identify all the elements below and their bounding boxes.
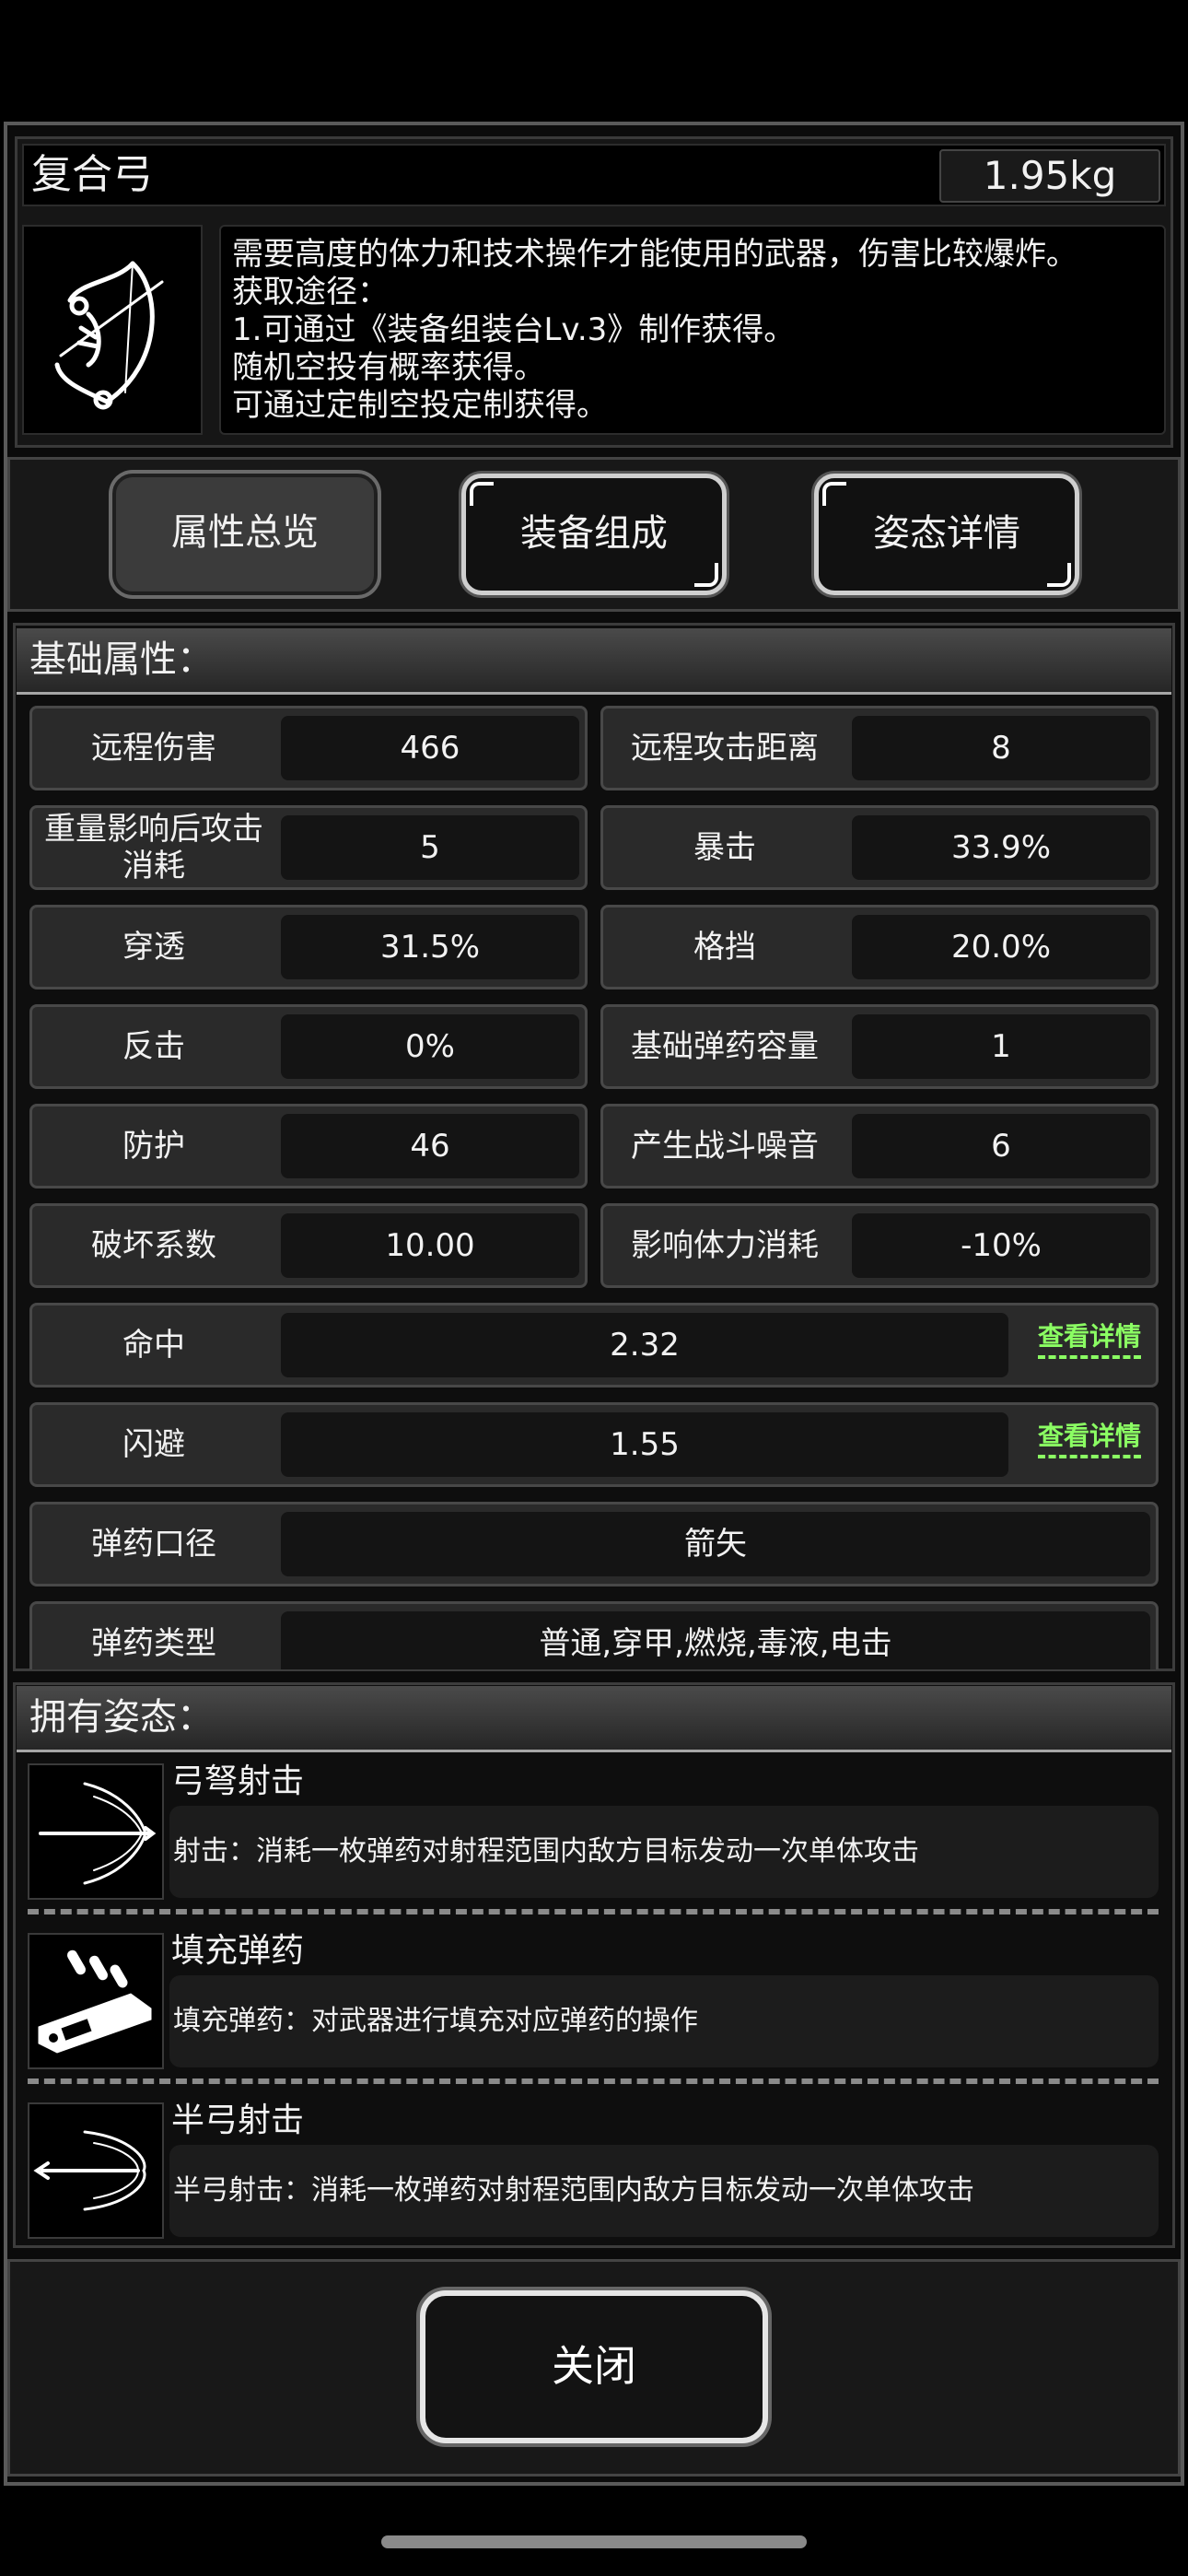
stance-divider — [28, 2078, 1159, 2084]
attr-value: 31.5% — [281, 915, 579, 979]
attr-counter: 反击 0% — [29, 1004, 588, 1089]
attr-label: 远程攻击距离 — [631, 730, 819, 767]
stance-name: 填充弹药 — [171, 1932, 305, 1970]
accuracy-detail-link[interactable]: 查看详情 — [1037, 1320, 1141, 1359]
attr-value: 6 — [852, 1114, 1150, 1178]
section-header-basic-attributes: 基础属性： — [17, 628, 1171, 695]
attr-protection: 防护 46 — [29, 1104, 588, 1188]
stance-icon-frame — [28, 2102, 164, 2239]
tab-attribute-overview[interactable]: 属性总览 — [112, 474, 378, 595]
attr-ranged-attack-distance: 远程攻击距离 8 — [600, 706, 1159, 790]
attr-value: 10.00 — [281, 1213, 579, 1278]
description-line: 1.可通过《装备组装台Lv.3》制作获得。 — [232, 311, 796, 348]
tab-equipment-composition[interactable]: 装备组成 — [461, 474, 727, 595]
attr-label: 闪避 — [122, 1426, 185, 1463]
attr-label: 弹药类型 — [91, 1625, 216, 1662]
attr-value: 箭矢 — [281, 1512, 1150, 1576]
attr-label: 反击 — [122, 1028, 185, 1065]
stance-name: 半弓射击 — [171, 2102, 305, 2139]
stance-divider — [28, 1909, 1159, 1914]
attr-destruction: 破坏系数 10.00 — [29, 1203, 588, 1288]
description-line: 需要高度的体力和技术操作才能使用的武器，伤害比较爆炸。 — [232, 236, 1077, 273]
attr-label: 破坏系数 — [91, 1227, 216, 1264]
stance-icon-frame — [28, 1763, 164, 1900]
attr-ammo-type: 弹药类型 普通,穿甲,燃烧,毒液,电击 — [29, 1601, 1159, 1669]
attr-penetration: 穿透 31.5% — [29, 905, 588, 989]
stance-name: 弓弩射击 — [171, 1762, 305, 1800]
item-name: 复合弓 — [31, 151, 153, 198]
attr-value: -10% — [852, 1213, 1150, 1278]
attr-label: 产生战斗噪音 — [631, 1128, 819, 1165]
attr-value: 1 — [852, 1014, 1150, 1079]
stance-description: 填充弹药：对武器进行填充对应弹药的操作 — [169, 1975, 1159, 2067]
attr-value: 33.9% — [852, 815, 1150, 880]
attributes-scroll-area[interactable]: 远程伤害 466 远程攻击距离 8 重量影响后攻击消耗 5 暴击 33.9% 穿… — [26, 700, 1168, 1669]
attr-value: 0% — [281, 1014, 579, 1079]
attr-stamina-cost: 影响体力消耗 -10% — [600, 1203, 1159, 1288]
attr-value: 20.0% — [852, 915, 1150, 979]
description-line: 随机空投有概率获得。 — [232, 349, 545, 386]
attr-weight-attack-cost: 重量影响后攻击消耗 5 — [29, 805, 588, 890]
attr-ammo-caliber: 弹药口径 箭矢 — [29, 1502, 1159, 1587]
attr-label: 命中 — [122, 1327, 185, 1364]
attr-label: 远程伤害 — [91, 730, 216, 767]
attr-combat-noise: 产生战斗噪音 6 — [600, 1104, 1159, 1188]
attr-label: 弹药口径 — [91, 1526, 216, 1563]
attr-value: 普通,穿甲,燃烧,毒液,电击 — [281, 1611, 1150, 1669]
attr-label: 格挡 — [693, 929, 756, 966]
attr-block: 格挡 20.0% — [600, 905, 1159, 989]
section-header-stances: 拥有姿态： — [17, 1686, 1171, 1752]
close-button[interactable]: 关闭 — [420, 2290, 768, 2443]
attr-value: 8 — [852, 716, 1150, 780]
stance-icon-frame — [28, 1933, 164, 2069]
attr-value: 1.55 — [281, 1412, 1008, 1477]
item-description: 需要高度的体力和技术操作才能使用的武器，伤害比较爆炸。 获取途径： 1.可通过《… — [219, 225, 1166, 435]
home-indicator[interactable] — [381, 2535, 807, 2548]
stance-description: 射击：消耗一枚弹药对射程范围内敌方目标发动一次单体攻击 — [169, 1806, 1159, 1898]
stance-description: 半弓射击：消耗一枚弹药对射程范围内敌方目标发动一次单体攻击 — [169, 2145, 1159, 2237]
reload-ammo-icon — [38, 1950, 152, 2054]
attr-accuracy: 命中 2.32 查看详情 — [29, 1303, 1159, 1388]
attr-label: 暴击 — [693, 829, 756, 866]
tab-stance-details[interactable]: 姿态详情 — [814, 474, 1079, 595]
attr-label: 影响体力消耗 — [631, 1227, 819, 1264]
compound-bow-icon — [54, 261, 164, 410]
half-bow-shot-icon — [33, 2130, 146, 2211]
attr-value: 5 — [281, 815, 579, 880]
attr-label: 防护 — [122, 1128, 185, 1165]
attr-ranged-damage: 远程伤害 466 — [29, 706, 588, 790]
description-line: 可通过定制空投定制获得。 — [232, 387, 608, 424]
item-weight: 1.95kg — [939, 149, 1160, 203]
attr-value: 2.32 — [281, 1313, 1008, 1377]
item-icon-frame — [22, 225, 203, 435]
attr-evasion: 闪避 1.55 查看详情 — [29, 1402, 1159, 1487]
bow-shot-icon — [39, 1782, 157, 1885]
evasion-detail-link[interactable]: 查看详情 — [1037, 1420, 1141, 1458]
attr-critical: 暴击 33.9% — [600, 805, 1159, 890]
attr-value: 46 — [281, 1114, 579, 1178]
attr-label: 重量影响后攻击消耗 — [44, 811, 263, 884]
attr-ammo-capacity: 基础弹药容量 1 — [600, 1004, 1159, 1089]
attr-label: 基础弹药容量 — [631, 1028, 819, 1065]
attr-value: 466 — [281, 716, 579, 780]
description-line: 获取途径： — [232, 274, 389, 310]
attr-label: 穿透 — [122, 929, 185, 966]
